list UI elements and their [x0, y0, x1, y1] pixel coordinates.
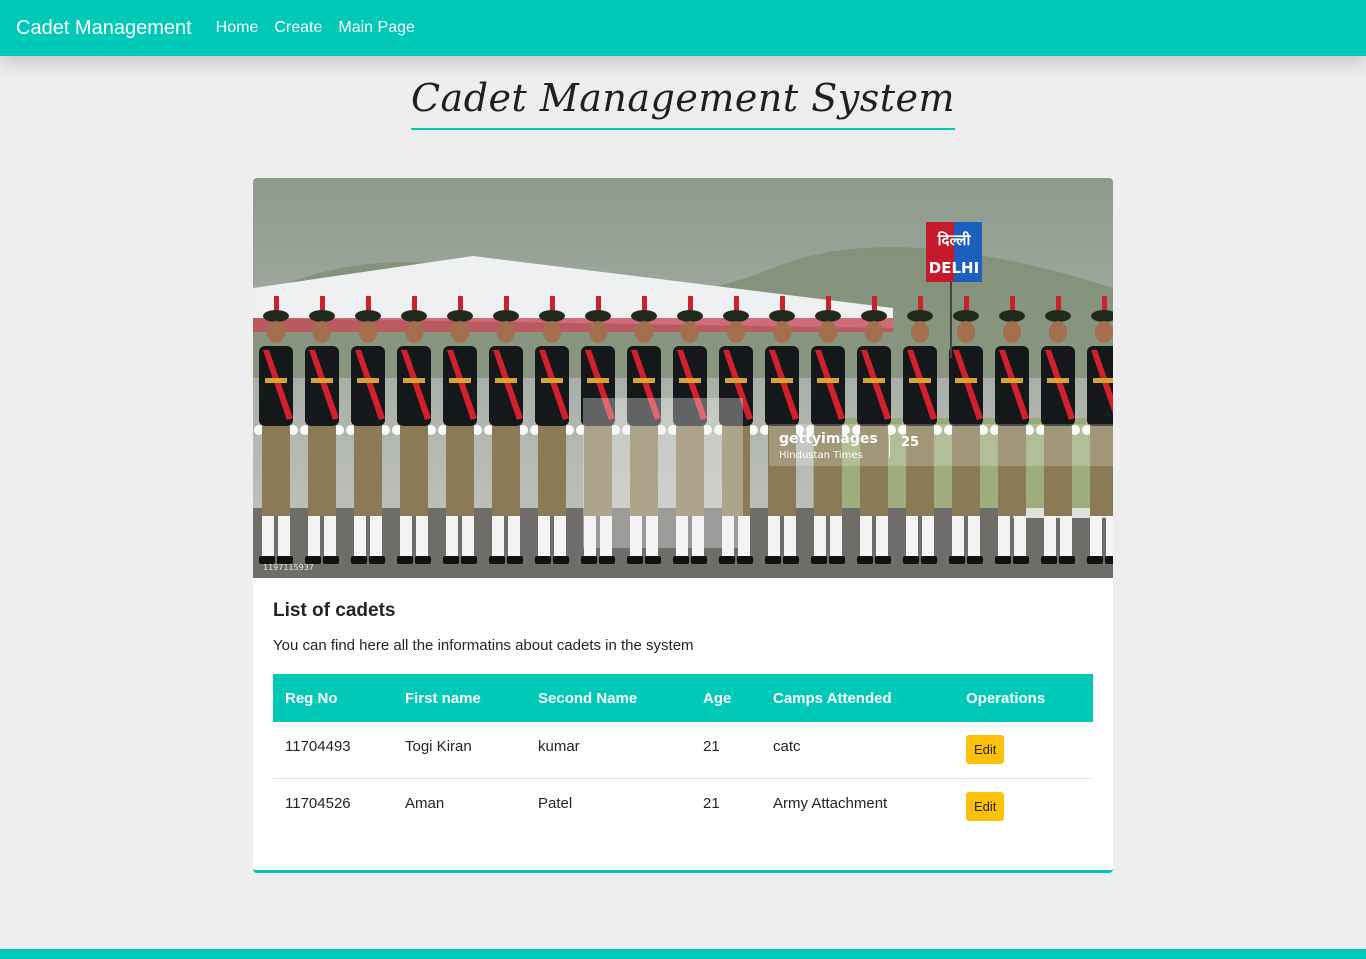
header-camps-attended: Camps Attended — [773, 689, 892, 707]
edit-button[interactable]: Edit — [966, 735, 1005, 765]
header-age: Age — [703, 689, 732, 707]
watermark-badge: 25 — [901, 435, 919, 450]
footer-bar — [0, 949, 1366, 959]
cell-second-name: kumar — [538, 738, 580, 756]
cell-camps-attended: catc — [773, 738, 801, 756]
table-row: 11704493 Togi Kiran kumar 21 catc Edit — [273, 722, 1093, 778]
cell-first-name: Aman — [393, 777, 526, 834]
header-operations: Operations — [966, 689, 1046, 707]
nav-link-home[interactable]: Home — [216, 19, 259, 37]
cell-first-name: Togi Kiran — [405, 738, 472, 756]
cadets-table: Reg No First name Second Name Age Camps … — [273, 674, 1093, 834]
cell-reg-no: 11704493 — [285, 738, 351, 756]
cell-operations: Edit — [954, 777, 1093, 834]
image-id: 1197115937 — [263, 563, 314, 572]
navbar-brand[interactable]: Cadet Management — [16, 17, 192, 40]
cadets-card: दिल्ली DELHI gettyimages Hindustan Times… — [253, 178, 1113, 873]
card-title: List of cadets — [273, 600, 396, 621]
page-title-wrapper: Cadet Management System — [0, 76, 1366, 130]
cell-operations: Edit — [954, 722, 1093, 778]
cell-second-name: Patel — [526, 777, 691, 834]
cell-reg-no: 11704526 — [273, 777, 393, 834]
cell-camps-attended: Army Attachment — [761, 777, 954, 834]
page-title: Cadet Management System — [410, 76, 956, 130]
card-description: You can find here all the informatins ab… — [273, 637, 694, 654]
header-second-name: Second Name — [538, 689, 638, 707]
table-header-row: Reg No First name Second Name Age Camps … — [273, 674, 1093, 722]
watermark-brand: gettyimages — [779, 431, 878, 447]
edit-button[interactable]: Edit — [966, 791, 1005, 821]
cadets-parade-image: दिल्ली DELHI gettyimages Hindustan Times… — [253, 178, 1113, 578]
sign-hindi-text: दिल्ली — [937, 231, 972, 249]
header-first-name: First name — [405, 689, 481, 707]
sign-delhi-text: DELHI — [929, 259, 979, 277]
cell-age: 21 — [703, 738, 720, 756]
header-reg-no: Reg No — [285, 689, 338, 707]
cell-age: 21 — [691, 777, 761, 834]
top-navbar: Cadet Management Home Create Main Page — [0, 0, 1366, 56]
watermark-credit: Hindustan Times — [779, 450, 863, 461]
nav-link-main-page[interactable]: Main Page — [338, 19, 415, 37]
table-row: 11704526 Aman Patel 21 Army Attachment E… — [273, 777, 1093, 834]
nav-link-create[interactable]: Create — [274, 19, 322, 37]
